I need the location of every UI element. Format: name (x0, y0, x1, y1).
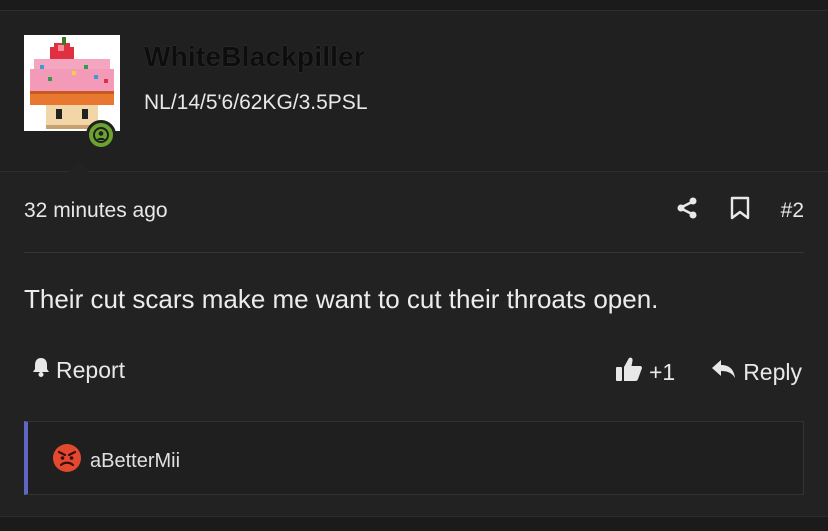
like-button[interactable]: +1 (615, 356, 675, 388)
online-status-icon (86, 120, 116, 150)
header-pointer (58, 161, 98, 183)
share-icon[interactable] (675, 196, 699, 225)
post-user-header: WhiteBlackpiller NL/14/5'6/62KG/3.5PSL (0, 11, 828, 183)
bell-icon (30, 356, 52, 384)
post-timestamp[interactable]: 32 minutes ago (24, 199, 168, 223)
bottom-separator (0, 516, 828, 531)
reaction-item[interactable]: aBetterMii (52, 443, 180, 479)
user-icon (93, 127, 109, 143)
divider (24, 252, 804, 253)
user-title: NL/14/5'6/62KG/3.5PSL (144, 91, 368, 114)
like-count: +1 (648, 358, 676, 385)
reply-button[interactable]: Reply (711, 358, 802, 386)
thumbs-up-icon (615, 356, 643, 388)
post-meta-actions: #2 (675, 196, 804, 225)
report-button[interactable]: Report (30, 356, 125, 384)
username[interactable]: WhiteBlackpiller (144, 41, 365, 73)
post-number-link[interactable]: #2 (781, 199, 804, 223)
angry-face-icon (52, 443, 82, 479)
report-label: Report (56, 356, 126, 383)
reply-arrow-icon (711, 358, 737, 386)
post-footer-actions: +1 Reply (615, 356, 802, 388)
reactions-panel: aBetterMii (24, 421, 804, 495)
top-separator (0, 0, 828, 11)
reply-label: Reply (743, 358, 802, 385)
bookmark-icon[interactable] (729, 196, 751, 225)
reaction-username[interactable]: aBetterMii (90, 450, 180, 473)
avatar[interactable] (24, 35, 120, 131)
cupcake-avatar-image (24, 35, 120, 131)
post-body-text: Their cut scars make me want to cut thei… (24, 284, 659, 314)
